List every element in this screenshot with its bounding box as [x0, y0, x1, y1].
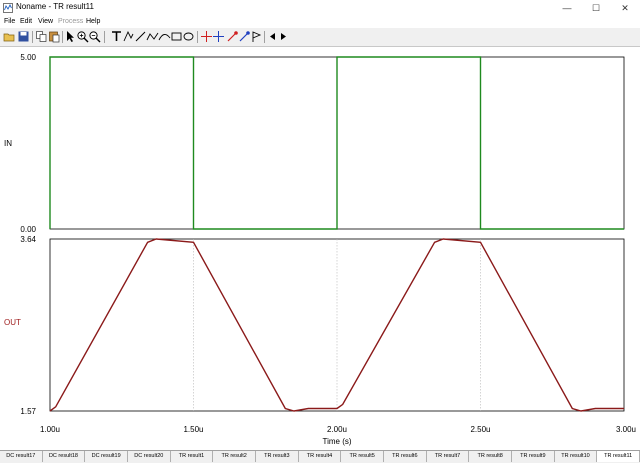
tab-tr-result8[interactable]: TR result8: [469, 451, 512, 462]
out-ymin-label: 1.57: [20, 407, 36, 416]
menu-edit[interactable]: Edit: [20, 16, 32, 27]
in-axis-label: IN: [4, 139, 12, 148]
out-panel: 3.64 1.57 OUT 1.00u 1.50u 2.00u 2.50u 3.00u …: [4, 235, 636, 446]
in-ymax-label: 5.00: [20, 53, 36, 62]
tab-tr-result4[interactable]: TR result4: [298, 451, 342, 462]
out-ymax-label: 3.64: [20, 235, 36, 244]
toolbar: [0, 28, 640, 47]
tab-tr-result1[interactable]: TR result1: [170, 451, 214, 462]
tab-tr-result2[interactable]: TR result2: [213, 451, 256, 462]
tab-tr-result3[interactable]: TR result3: [256, 451, 299, 462]
zoom-out-icon[interactable]: [88, 30, 101, 43]
x-tick-label: 1.00u: [40, 425, 60, 434]
flag-icon[interactable]: [250, 30, 263, 43]
tab-tr-result9[interactable]: TR result9: [512, 451, 555, 462]
menu-help[interactable]: Help: [86, 16, 100, 27]
tab-tr-result10[interactable]: TR result10: [554, 451, 598, 462]
waveform-plot: 5.00 0.00 IN 3.64 1.57 OUT 1.00u 1.50u 2.0…: [4, 53, 636, 446]
in-ymin-label: 0.00: [20, 225, 36, 234]
app-icon: [3, 3, 13, 13]
x-tick-label: 2.50u: [470, 425, 490, 434]
x-tick-labels: 1.00u 1.50u 2.00u 2.50u 3.00u: [40, 425, 636, 434]
tab-tr-result5[interactable]: TR result5: [341, 451, 384, 462]
out-axis-label: OUT: [4, 318, 21, 327]
cursor-b-icon[interactable]: [212, 30, 225, 43]
out-plot-frame: [49, 238, 625, 412]
tab-dc-result19[interactable]: DC result19: [85, 451, 128, 462]
toolbar-separator: [62, 31, 63, 43]
tab-tr-result6[interactable]: TR result6: [384, 451, 427, 462]
close-button[interactable]: ✕: [612, 0, 638, 16]
tab-dc-result18[interactable]: DC result18: [42, 451, 86, 462]
toolbar-separator: [104, 31, 105, 43]
ellipse-tool-icon[interactable]: [182, 30, 195, 43]
title-bar: Noname - TR result11 — ☐ ✕: [0, 0, 640, 16]
menu-bar: File Edit View Process Help: [0, 16, 640, 27]
x-axis-title: Time (s): [322, 437, 351, 446]
toolbar-separator: [32, 31, 33, 43]
menu-process[interactable]: Process: [58, 16, 83, 27]
copy-icon[interactable]: [35, 30, 48, 43]
tab-dc-result17[interactable]: DC result17: [0, 451, 43, 462]
tab-tr-result7[interactable]: TR result7: [426, 451, 470, 462]
right-arrow-icon[interactable]: [277, 30, 290, 43]
x-tick-label: 1.50u: [183, 425, 203, 434]
x-tick-label: 3.00u: [616, 425, 636, 434]
menu-file[interactable]: File: [4, 16, 15, 27]
result-tab-bar: DC result17 DC result18 DC result19 DC resu…: [0, 450, 640, 463]
window-title: Noname - TR result11: [16, 2, 94, 11]
minimize-button[interactable]: —: [554, 0, 580, 16]
in-panel: 5.00 0.00 IN: [4, 53, 625, 234]
toolbar-separator: [264, 31, 265, 43]
maximize-button[interactable]: ☐: [583, 0, 609, 16]
toolbar-separator: [197, 31, 198, 43]
open-icon[interactable]: [3, 30, 16, 43]
save-icon[interactable]: [17, 30, 30, 43]
plot-area: 5.00 0.00 IN 3.64 1.57 OUT 1.00u 1.50u 2.0…: [0, 47, 640, 450]
paste-icon[interactable]: [48, 30, 61, 43]
tab-dc-result20[interactable]: DC result20: [128, 451, 171, 462]
menu-view[interactable]: View: [38, 16, 53, 27]
x-tick-label: 2.00u: [327, 425, 347, 434]
tab-tr-result11[interactable]: TR result11: [597, 451, 640, 462]
